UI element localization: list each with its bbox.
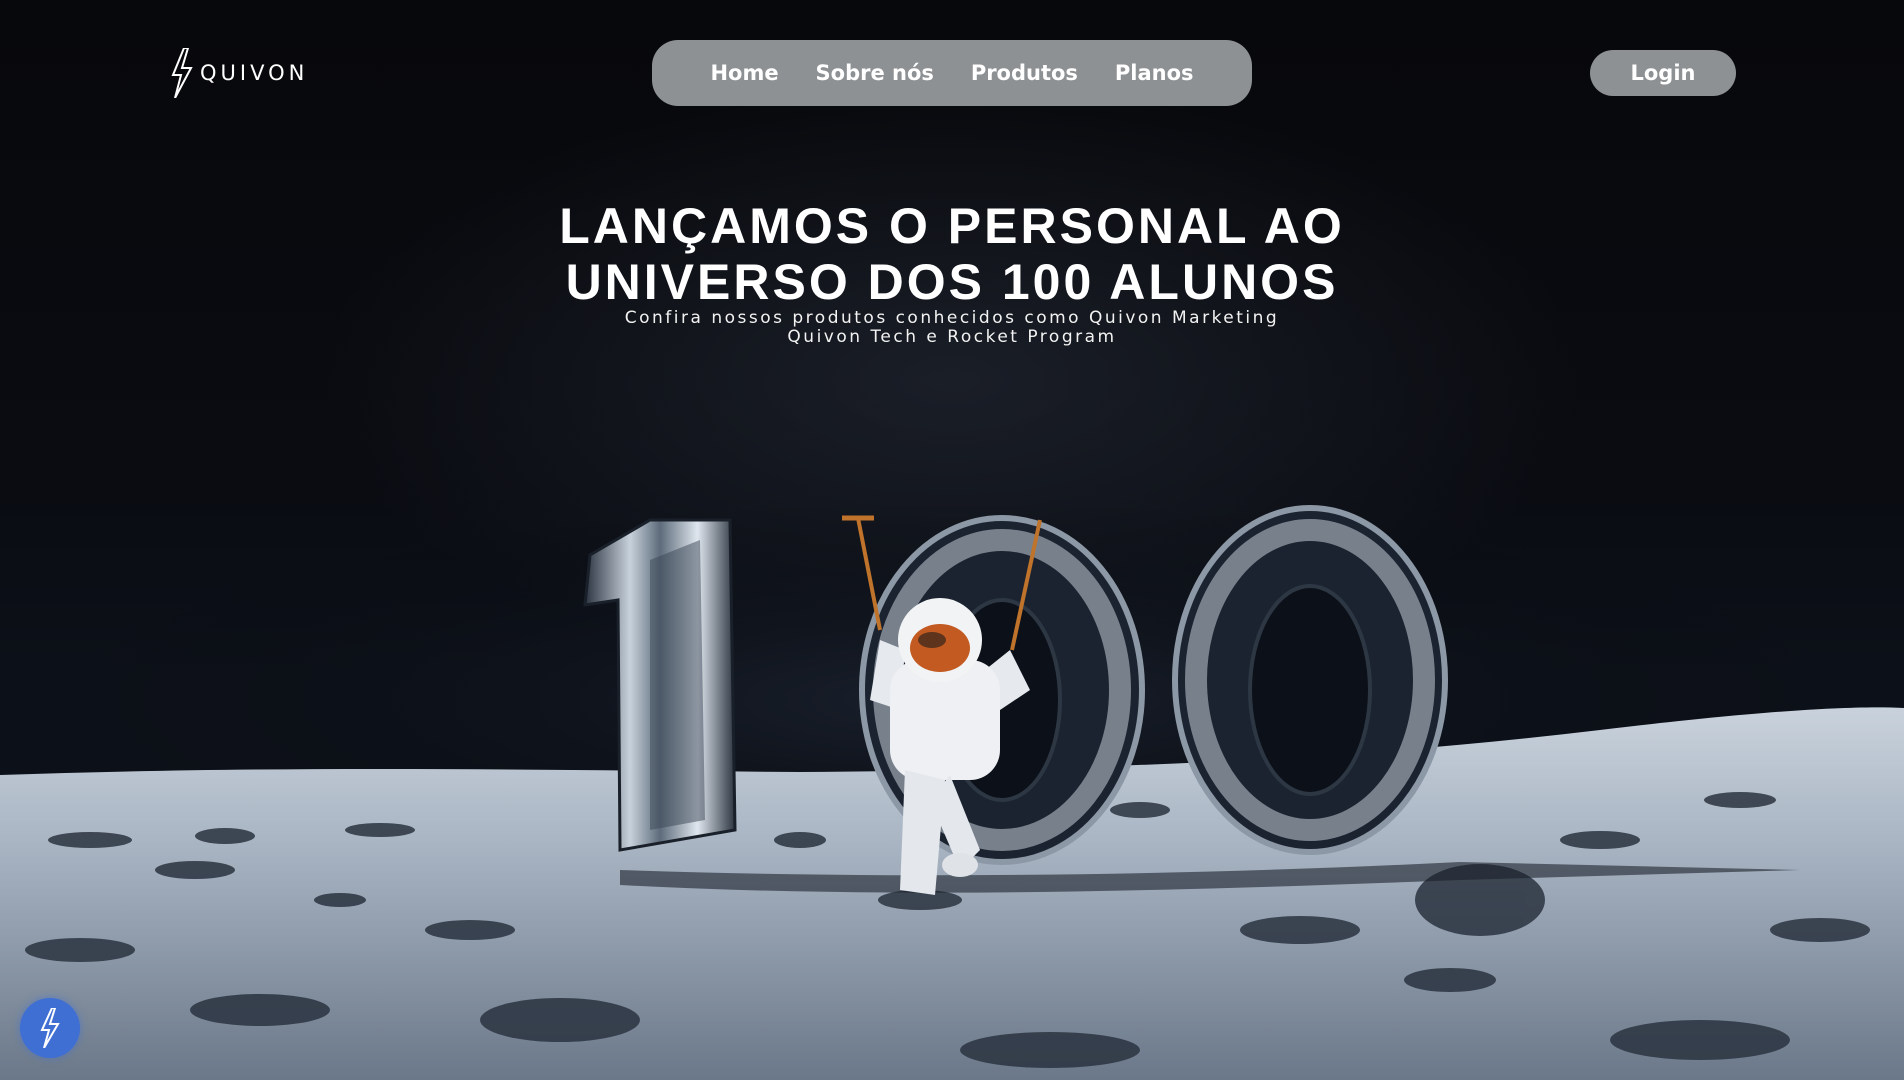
hero-subtitle-line-2: Quivon Tech e Rocket Program	[787, 327, 1117, 347]
floating-action-button[interactable]	[20, 998, 80, 1058]
landing-page: QUIVON Home Sobre nós Produtos Planos Lo…	[0, 0, 1904, 1080]
balloon-digit-zero-second	[1172, 505, 1448, 855]
lightning-bolt-icon	[171, 48, 193, 98]
lightning-bolt-icon	[40, 1008, 60, 1048]
hero-subtitle: Confira nossos produtos conhecidos como …	[0, 309, 1904, 347]
nav-item-planos[interactable]: Planos	[1115, 61, 1194, 85]
brand-logo[interactable]: QUIVON	[170, 48, 308, 98]
hero-title-line-2: UNIVERSO DOS 100 ALUNOS	[565, 254, 1339, 310]
nav-item-produtos[interactable]: Produtos	[971, 61, 1078, 85]
nav-item-sobre-nos[interactable]: Sobre nós	[816, 61, 934, 85]
hero-illustration	[0, 500, 1904, 1080]
nav-item-home[interactable]: Home	[710, 61, 778, 85]
hero-title-line-1: LANÇAMOS O PERSONAL AO	[559, 198, 1345, 254]
hero-subtitle-line-1: Confira nossos produtos conhecidos como …	[624, 308, 1280, 328]
main-navigation: Home Sobre nós Produtos Planos	[652, 40, 1252, 106]
login-button[interactable]: Login	[1590, 50, 1736, 96]
hero-title: LANÇAMOS O PERSONAL AO UNIVERSO DOS 100 …	[0, 198, 1904, 310]
brand-name: QUIVON	[200, 61, 309, 85]
